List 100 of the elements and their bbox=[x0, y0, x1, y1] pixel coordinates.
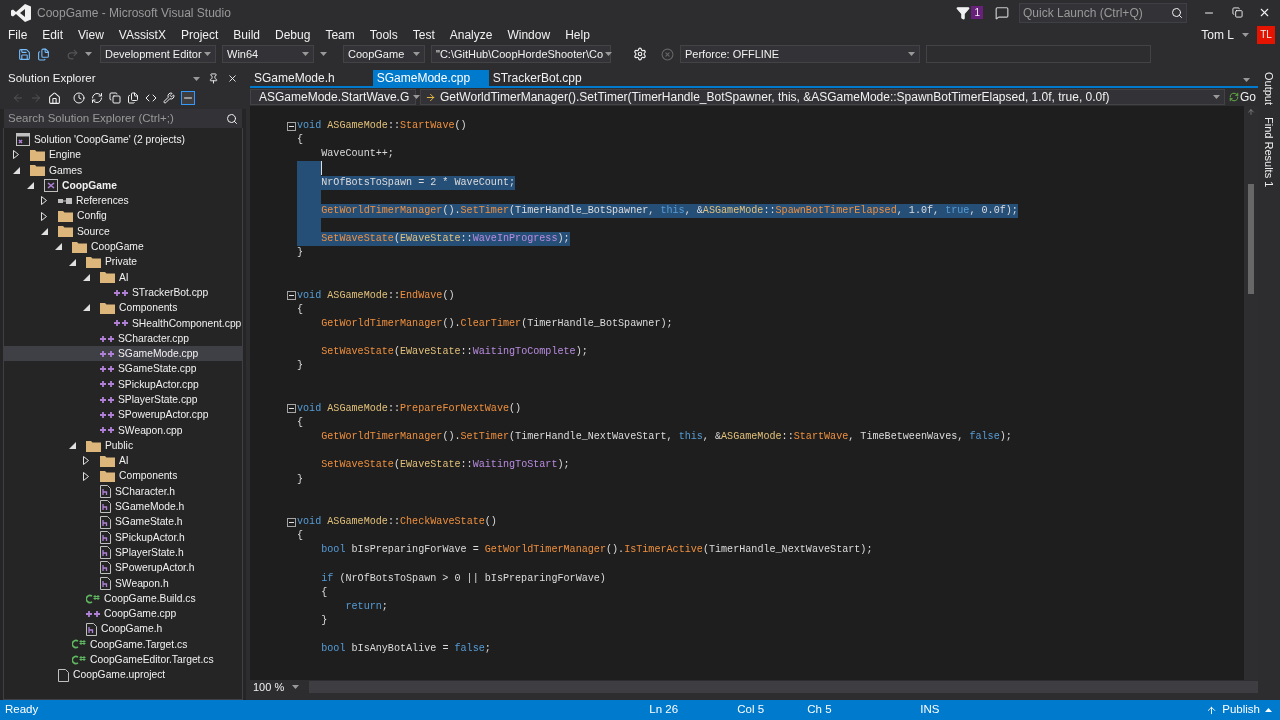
side-tab[interactable]: Find Results 1 bbox=[1260, 117, 1278, 188]
expanded-arrow-icon[interactable] bbox=[41, 227, 48, 235]
tree-item[interactable]: CoopGame bbox=[4, 177, 242, 194]
tree-item[interactable]: SPowerupActor.h bbox=[4, 560, 242, 576]
command-arguments-dropdown[interactable]: "C:\GitHub\CoopHordeShooter\Co bbox=[431, 45, 611, 63]
tree-item[interactable]: CoopGame.cpp bbox=[4, 606, 242, 622]
tree-item[interactable]: SPlayerState.h bbox=[4, 545, 242, 561]
tree-item[interactable]: SPickupActor.h bbox=[4, 529, 242, 545]
home-icon[interactable] bbox=[48, 91, 61, 105]
menu-item[interactable]: Window bbox=[507, 25, 551, 44]
collapsed-arrow-icon[interactable] bbox=[83, 456, 89, 466]
tree-item[interactable]: AI bbox=[4, 453, 242, 469]
configuration-dropdown[interactable]: Development Editor bbox=[100, 45, 216, 63]
scroll-up-icon[interactable] bbox=[1247, 108, 1255, 116]
restore-icon[interactable] bbox=[1232, 7, 1243, 18]
horizontal-scrollbar[interactable] bbox=[309, 681, 1258, 693]
settings-icon[interactable] bbox=[633, 47, 647, 61]
collapse-icon[interactable] bbox=[287, 404, 296, 414]
menu-item[interactable]: View bbox=[78, 25, 104, 44]
collapsed-arrow-icon[interactable] bbox=[13, 150, 19, 160]
notification-badge[interactable]: 1 bbox=[971, 6, 983, 19]
account-name[interactable]: Tom L bbox=[1201, 25, 1234, 44]
expanded-arrow-icon[interactable] bbox=[13, 166, 20, 174]
tree-item[interactable]: CoopGame bbox=[4, 239, 242, 255]
pin-icon[interactable] bbox=[208, 73, 219, 84]
preview-toggle-icon[interactable] bbox=[181, 91, 195, 105]
account-avatar[interactable]: TL bbox=[1257, 25, 1275, 44]
tree-item[interactable]: Engine bbox=[4, 147, 242, 163]
menu-item[interactable]: Team bbox=[325, 25, 355, 44]
tree-item[interactable]: References bbox=[4, 193, 242, 209]
tree-item[interactable]: Games bbox=[4, 162, 242, 178]
collapsed-arrow-icon[interactable] bbox=[83, 471, 89, 481]
tree-item[interactable]: Solution 'CoopGame' (2 projects) bbox=[4, 132, 242, 148]
tree-item[interactable]: CoopGame.h bbox=[4, 621, 242, 637]
tree-item[interactable]: CoopGame.uproject bbox=[4, 667, 242, 683]
tree-item[interactable]: CoopGame.Build.cs bbox=[4, 590, 242, 607]
history-icon[interactable] bbox=[73, 92, 85, 104]
tree-item[interactable]: CoopGame.Target.cs bbox=[4, 636, 242, 653]
go-button[interactable]: Go bbox=[1229, 88, 1258, 106]
tree-item[interactable]: SWeapon.h bbox=[4, 575, 242, 591]
tree-item[interactable]: SCharacter.h bbox=[4, 483, 242, 500]
tree-item[interactable]: Components bbox=[4, 300, 242, 316]
tree-item[interactable]: Config bbox=[4, 208, 242, 224]
menu-item[interactable]: Project bbox=[180, 25, 219, 44]
collapse-all-icon[interactable] bbox=[109, 92, 121, 104]
menu-item[interactable]: Analyze bbox=[449, 25, 493, 44]
expanded-arrow-icon[interactable] bbox=[27, 182, 34, 190]
properties-icon[interactable] bbox=[163, 92, 175, 104]
tree-item[interactable]: SGameState.h bbox=[4, 514, 242, 530]
collapsed-arrow-icon[interactable] bbox=[41, 211, 47, 221]
platform-dropdown[interactable]: Win64 bbox=[222, 45, 314, 63]
source-control-dropdown[interactable]: Perforce: OFFLINE bbox=[680, 45, 920, 63]
menu-item[interactable]: Edit bbox=[42, 25, 64, 44]
tree-item[interactable]: Source bbox=[4, 223, 242, 240]
menu-item[interactable]: File bbox=[8, 25, 28, 44]
publish-button[interactable]: Publish bbox=[1206, 701, 1272, 719]
tree-item[interactable]: SGameState.cpp bbox=[4, 361, 242, 377]
tree-item[interactable]: SGameMode.cpp bbox=[4, 346, 242, 362]
expanded-arrow-icon[interactable] bbox=[69, 442, 76, 450]
expanded-arrow-icon[interactable] bbox=[83, 273, 90, 281]
close-icon[interactable] bbox=[1258, 6, 1271, 19]
search-field[interactable]: Search Solution Explorer (Ctrl+;) bbox=[4, 109, 242, 128]
quick-launch-field[interactable]: Quick Launch (Ctrl+Q) bbox=[1019, 2, 1187, 23]
filter-icon[interactable] bbox=[956, 5, 971, 20]
tree-item[interactable]: SWeapon.cpp bbox=[4, 422, 242, 438]
menu-item[interactable]: Tools bbox=[369, 25, 398, 44]
tree-item[interactable]: Components bbox=[4, 468, 242, 484]
tree-item[interactable]: SPowerupActor.cpp bbox=[4, 407, 242, 423]
tree-item[interactable]: SHealthComponent.cpp bbox=[4, 315, 242, 331]
member-dropdown[interactable]: GetWorldTimerManager().SetTimer(TimerHandle_BotSpawner, this, &ASGameMode::SpawnBotTimerElapsed, 1.0f, true, 0.0f) bbox=[420, 89, 1225, 105]
editor-tab[interactable]: SGameMode.h bbox=[250, 70, 339, 86]
tree-item[interactable]: Private bbox=[4, 254, 242, 270]
collapse-icon[interactable] bbox=[287, 291, 296, 301]
startup-project-dropdown[interactable]: CoopGame bbox=[343, 45, 425, 63]
tree-item[interactable]: STrackerBot.cpp bbox=[4, 284, 242, 301]
tree-item[interactable]: SCharacter.cpp bbox=[4, 330, 242, 347]
tree-item[interactable]: AI bbox=[4, 269, 242, 285]
show-files-icon[interactable] bbox=[127, 92, 139, 104]
collapse-icon[interactable] bbox=[287, 121, 296, 131]
code-icon[interactable] bbox=[145, 92, 157, 104]
tree-item[interactable]: SGameMode.h bbox=[4, 499, 242, 515]
zoom-level[interactable]: 100 % bbox=[253, 678, 285, 696]
editor-tab[interactable]: SGameMode.cpp bbox=[372, 70, 489, 86]
editor-tab[interactable]: STrackerBot.cpp bbox=[488, 70, 586, 86]
menu-item[interactable]: Test bbox=[412, 25, 435, 44]
sync-icon[interactable] bbox=[91, 92, 103, 104]
close-icon[interactable] bbox=[227, 73, 238, 84]
feedback-icon[interactable] bbox=[995, 5, 1009, 20]
collapsed-arrow-icon[interactable] bbox=[41, 196, 47, 206]
collapse-icon[interactable] bbox=[287, 517, 296, 527]
menu-item[interactable]: Debug bbox=[275, 25, 311, 44]
expanded-arrow-icon[interactable] bbox=[83, 304, 90, 312]
expanded-arrow-icon[interactable] bbox=[69, 258, 76, 266]
save-all-icon[interactable] bbox=[37, 47, 50, 61]
side-tab[interactable]: Output bbox=[1260, 72, 1278, 106]
tree-item[interactable]: SPickupActor.cpp bbox=[4, 376, 242, 393]
save-icon[interactable] bbox=[18, 47, 31, 61]
scrollbar-thumb[interactable] bbox=[1248, 184, 1254, 294]
expanded-arrow-icon[interactable] bbox=[55, 243, 62, 251]
menu-item[interactable]: VAssistX bbox=[118, 25, 166, 44]
